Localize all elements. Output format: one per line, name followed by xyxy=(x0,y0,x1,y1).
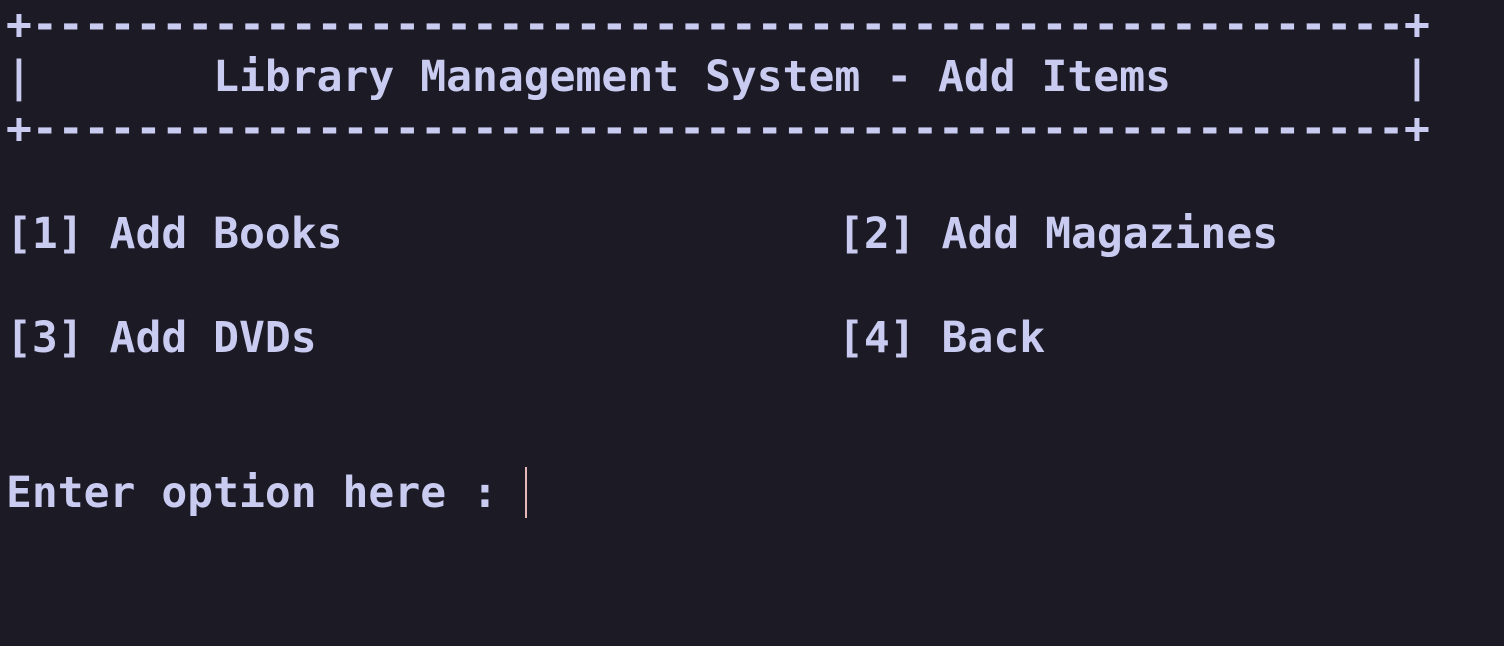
menu-option-add-dvds[interactable]: [3] Add DVDs xyxy=(6,317,317,360)
text-cursor xyxy=(525,467,527,518)
menu-option-add-books[interactable]: [1] Add Books xyxy=(6,213,343,256)
terminal-window[interactable]: +---------------------------------------… xyxy=(0,0,1504,646)
prompt-label: Enter option here : xyxy=(6,468,524,518)
option-prompt: Enter option here : xyxy=(6,472,524,515)
page-title: | Library Management System - Add Items … xyxy=(6,52,1430,102)
header-border-bottom: +---------------------------------------… xyxy=(6,104,1430,154)
menu-option-add-magazines[interactable]: [2] Add Magazines xyxy=(838,213,1278,256)
menu-option-back[interactable]: [4] Back xyxy=(838,317,1045,360)
header-border-top: +---------------------------------------… xyxy=(6,0,1430,50)
